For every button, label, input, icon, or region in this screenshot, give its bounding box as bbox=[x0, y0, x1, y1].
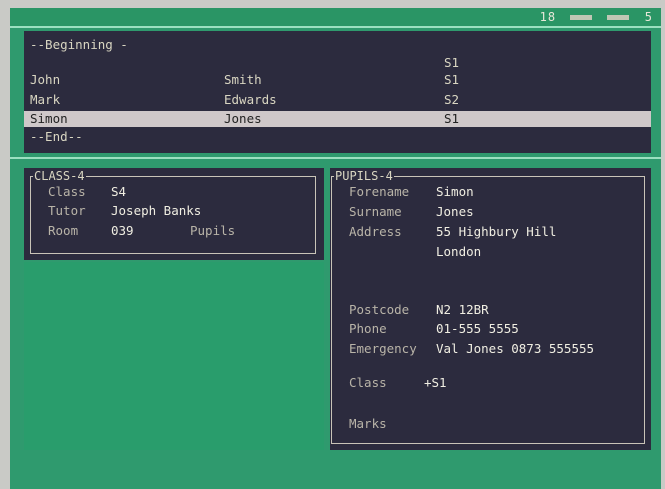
status-indicator-2: 5 bbox=[644, 10, 653, 24]
pupils-panel-title: PUPILS-4 bbox=[334, 169, 394, 183]
list-item-forename: --End-- bbox=[30, 129, 83, 144]
monitor-bezel-right bbox=[661, 0, 665, 489]
list-item-class: S1 bbox=[444, 55, 460, 70]
class-panel: CLASS-4 Class S4 Tutor Joseph Banks Room… bbox=[24, 168, 324, 260]
postcode-label: Postcode bbox=[349, 302, 410, 317]
status-bar: 18 5 bbox=[10, 8, 661, 26]
divider-line bbox=[10, 26, 661, 28]
class-panel-title: CLASS-4 bbox=[33, 169, 86, 183]
list-item-class: S2 bbox=[444, 92, 460, 107]
list-item-forename: Mark bbox=[30, 92, 61, 107]
list-item-forename: John bbox=[30, 72, 61, 87]
surname-field[interactable]: Jones bbox=[436, 204, 474, 220]
list-item[interactable]: --Beginning - bbox=[24, 37, 651, 53]
emergency-label: Emergency bbox=[349, 341, 417, 356]
empty-window-area bbox=[24, 262, 324, 450]
list-item-class: S1 bbox=[444, 111, 460, 126]
phone-field[interactable]: 01-555 5555 bbox=[436, 321, 519, 337]
list-item-forename: Simon bbox=[30, 111, 68, 126]
list-item[interactable]: --End-- bbox=[24, 129, 651, 145]
address-label: Address bbox=[349, 224, 402, 239]
room-label: Room bbox=[48, 223, 79, 238]
class-label: Class bbox=[48, 184, 86, 199]
status-indicator-bar bbox=[606, 15, 629, 20]
surname-label: Surname bbox=[349, 204, 402, 219]
monitor-bezel-top bbox=[0, 0, 665, 8]
list-item-surname: Edwards bbox=[224, 92, 277, 107]
bottom-area bbox=[10, 452, 661, 489]
postcode-field[interactable]: N2 12BR bbox=[436, 302, 489, 318]
list-item[interactable]: S1 bbox=[24, 55, 651, 71]
emergency-field[interactable]: Val Jones 0873 555555 bbox=[436, 341, 594, 357]
address-line1-field[interactable]: 55 Highbury Hill bbox=[436, 224, 556, 240]
list-item-surname: Jones bbox=[224, 111, 262, 126]
tutor-field[interactable]: Joseph Banks bbox=[111, 203, 201, 219]
status-indicator-1: 18 bbox=[539, 10, 557, 24]
list-item-surname: Smith bbox=[224, 72, 262, 87]
pupil-class-label: Class bbox=[349, 375, 387, 390]
pupil-list: --Beginning - S1 John Smith S1 Mark Edwa… bbox=[24, 31, 651, 153]
list-item[interactable]: John Smith S1 bbox=[24, 72, 651, 88]
address-line2-field[interactable]: London bbox=[436, 244, 481, 260]
list-item-class: S1 bbox=[444, 72, 460, 87]
marks-label: Marks bbox=[349, 416, 387, 431]
list-item[interactable]: Mark Edwards S2 bbox=[24, 92, 651, 108]
status-indicators: 18 5 bbox=[532, 10, 653, 24]
forename-field[interactable]: Simon bbox=[436, 184, 474, 200]
list-item-selected[interactable]: Simon Jones S1 bbox=[24, 111, 651, 127]
room-field[interactable]: 039 bbox=[111, 223, 134, 239]
list-item-forename: --Beginning - bbox=[30, 37, 128, 52]
pupils-label: Pupils bbox=[190, 223, 236, 238]
monitor-bezel-left bbox=[0, 0, 10, 489]
pupil-class-field[interactable]: +S1 bbox=[424, 375, 447, 391]
pupils-panel: PUPILS-4 Forename Simon Surname Jones Ad… bbox=[330, 168, 651, 450]
divider-line bbox=[10, 157, 661, 159]
tutor-label: Tutor bbox=[48, 203, 86, 218]
phone-label: Phone bbox=[349, 321, 387, 336]
status-indicator-bar bbox=[570, 15, 593, 20]
class-field[interactable]: S4 bbox=[111, 184, 126, 200]
forename-label: Forename bbox=[349, 184, 410, 199]
